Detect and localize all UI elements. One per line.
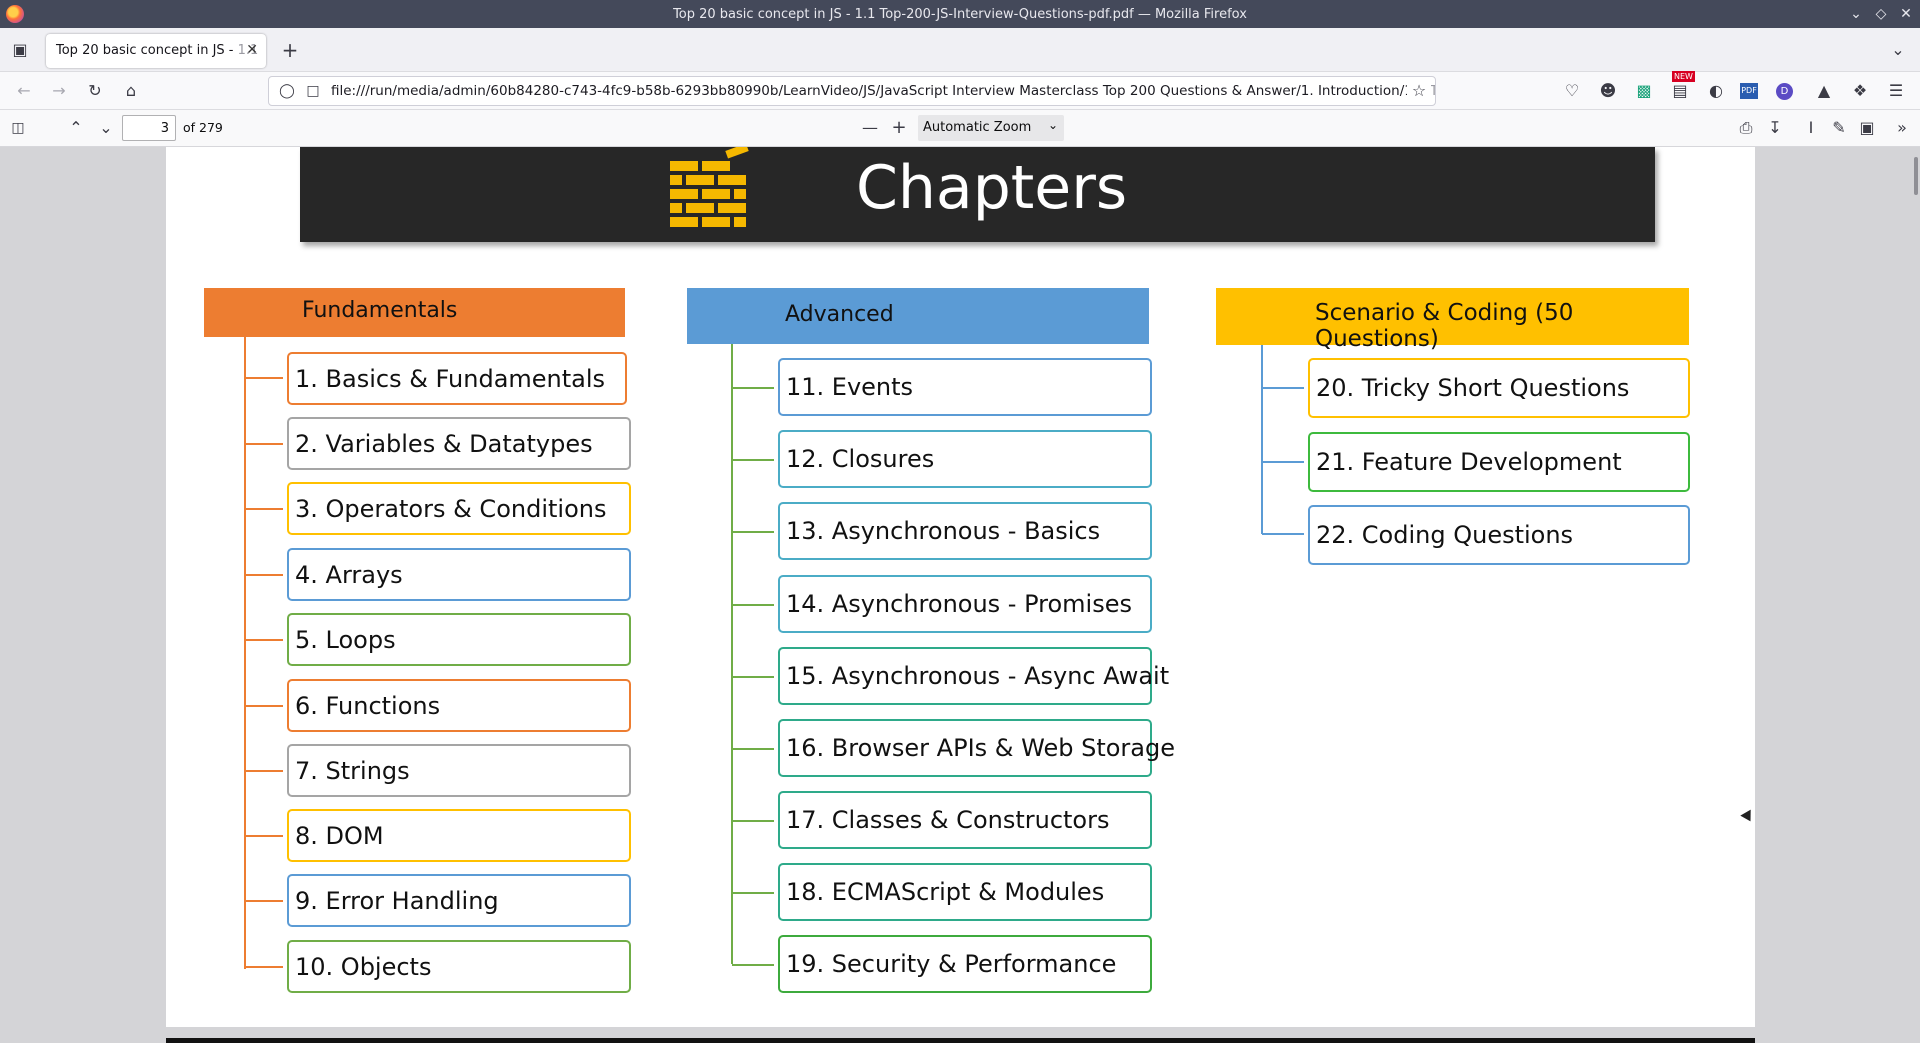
- save-icon[interactable]: ↧: [1763, 116, 1787, 140]
- next-pdf-page-edge: [166, 1038, 1755, 1043]
- extensions-puzzle-icon[interactable]: ❖: [1848, 79, 1872, 103]
- new-tab-icon[interactable]: +: [278, 38, 302, 62]
- ublock-icon[interactable]: ▲: [1812, 79, 1836, 103]
- chapter-item: 8. DOM: [287, 809, 631, 862]
- advanced-connector: [731, 343, 733, 964]
- chapter-item: 3. Operators & Conditions: [287, 482, 631, 535]
- tools-menu-icon[interactable]: »: [1890, 116, 1914, 140]
- scenario-header: Scenario & Coding (50 Questions): [1216, 288, 1689, 352]
- minimize-icon[interactable]: ⌄: [1846, 4, 1866, 24]
- back-icon[interactable]: ←: [12, 79, 36, 103]
- chapter-item: 20. Tricky Short Questions: [1308, 358, 1690, 418]
- forward-icon[interactable]: →: [47, 79, 71, 103]
- chapter-item: 18. ECMAScript & Modules: [778, 863, 1152, 921]
- page-info-icon[interactable]: □: [301, 79, 325, 103]
- zoom-out-icon[interactable]: —: [858, 116, 882, 140]
- dark-reader-icon[interactable]: ◐: [1704, 79, 1728, 103]
- chapter-item: 4. Arrays: [287, 548, 631, 601]
- maximize-icon[interactable]: ◇: [1871, 4, 1891, 24]
- image-icon[interactable]: ▣: [1855, 116, 1879, 140]
- chapter-item: 15. Asynchronous - Async Await: [778, 647, 1169, 705]
- tab-manager-icon[interactable]: ▣: [8, 38, 32, 62]
- chapter-item: 10. Objects: [287, 940, 631, 993]
- chapter-item: 13. Asynchronous - Basics: [778, 502, 1152, 560]
- window-titlebar: Top 20 basic concept in JS - 1.1 Top-200…: [0, 0, 1920, 28]
- list-all-tabs-icon[interactable]: ⌄: [1886, 38, 1910, 62]
- page-count: of 279: [183, 120, 223, 135]
- url-text: file:///run/media/admin/60b84280-c743-4f…: [331, 83, 1431, 99]
- navigation-toolbar: ← → ↻ ⌂ ◯ □ file:///run/media/admin/60b8…: [0, 71, 1920, 110]
- window-title: Top 20 basic concept in JS - 1.1 Top-200…: [673, 6, 1247, 22]
- pdf-toolbar: ◫ ⌃ ⌄ 3 of 279 — + Automatic Zoom ⌄ ⎙ ↧ …: [0, 110, 1920, 147]
- draw-icon[interactable]: ✎: [1827, 116, 1851, 140]
- chapter-item: 2. Variables & Datatypes: [287, 417, 631, 470]
- sidebar-toggle-icon[interactable]: ◫: [6, 116, 30, 140]
- save-extension-icon[interactable]: ▩: [1632, 79, 1656, 103]
- zoom-in-icon[interactable]: +: [887, 116, 911, 140]
- reload-icon[interactable]: ↻: [83, 79, 107, 103]
- chapter-item: 16. Browser APIs & Web Storage: [778, 719, 1175, 777]
- chapter-item: 19. Security & Performance: [778, 935, 1152, 993]
- zoom-select[interactable]: Automatic Zoom ⌄: [918, 115, 1064, 141]
- tab-label: Top 20 basic concept in JS -: [56, 43, 238, 58]
- chapter-item: 9. Error Handling: [287, 874, 631, 927]
- chapter-item: 21. Feature Development: [1308, 432, 1690, 492]
- close-window-icon[interactable]: ✕: [1896, 4, 1916, 24]
- account-icon[interactable]: ☻: [1596, 79, 1620, 103]
- chapter-item: 11. Events: [778, 358, 1152, 416]
- chapter-item: 6. Functions: [287, 679, 631, 732]
- fundamentals-header: Fundamentals: [204, 288, 625, 337]
- tab-active[interactable]: Top 20 basic concept in JS - 1.1 ✕: [46, 34, 266, 68]
- tab-strip: ▣ Top 20 basic concept in JS - 1.1 ✕ + ⌄: [0, 28, 1920, 72]
- d-extension-icon[interactable]: D: [1776, 83, 1793, 100]
- extension-new-icon[interactable]: ▤ NEW: [1668, 71, 1695, 103]
- chapter-item: 12. Closures: [778, 430, 1152, 488]
- zoom-value: Automatic Zoom: [923, 120, 1032, 135]
- chapter-item: 7. Strings: [287, 744, 631, 797]
- app-menu-icon[interactable]: ☰: [1884, 79, 1908, 103]
- chapter-item: 14. Asynchronous - Promises: [778, 575, 1152, 633]
- text-tool-icon[interactable]: I: [1799, 116, 1823, 140]
- bookmark-star-icon[interactable]: ☆: [1407, 79, 1431, 103]
- shield-icon[interactable]: ◯: [275, 79, 299, 103]
- viewer-scrollbar[interactable]: [1912, 147, 1920, 1043]
- scenario-connector: [1261, 343, 1263, 534]
- pocket-icon[interactable]: ♡: [1560, 79, 1584, 103]
- next-page-icon[interactable]: ⌄: [94, 116, 118, 140]
- pdf-extension-icon[interactable]: PDF: [1740, 83, 1758, 99]
- url-bar[interactable]: ◯ □ file:///run/media/admin/60b84280-c74…: [268, 76, 1436, 106]
- home-icon[interactable]: ⌂: [119, 79, 143, 103]
- previous-page-icon[interactable]: ⌃: [64, 116, 88, 140]
- chapters-banner: Chapters: [300, 147, 1655, 242]
- pdf-page: Chapters Fundamentals 1. Basics & Fundam…: [166, 147, 1755, 1027]
- close-tab-icon[interactable]: ✕: [246, 42, 258, 58]
- banner-title: Chapters: [856, 153, 1128, 223]
- chapter-item: 22. Coding Questions: [1308, 505, 1690, 565]
- firefox-logo-icon: [6, 5, 24, 23]
- page-number-input[interactable]: 3: [122, 115, 176, 141]
- chevron-down-icon: ⌄: [1047, 118, 1058, 132]
- chapter-item: 5. Loops: [287, 613, 631, 666]
- advanced-header: Advanced: [687, 288, 1149, 344]
- print-icon[interactable]: ⎙: [1734, 116, 1758, 140]
- pdf-viewer[interactable]: Chapters Fundamentals 1. Basics & Fundam…: [0, 147, 1920, 1043]
- new-badge: NEW: [1672, 71, 1695, 82]
- chapter-item: 17. Classes & Constructors: [778, 791, 1152, 849]
- chapter-item: 1. Basics & Fundamentals: [287, 352, 627, 405]
- fundamentals-connector: [244, 337, 246, 969]
- scrollbar-thumb[interactable]: [1914, 157, 1918, 195]
